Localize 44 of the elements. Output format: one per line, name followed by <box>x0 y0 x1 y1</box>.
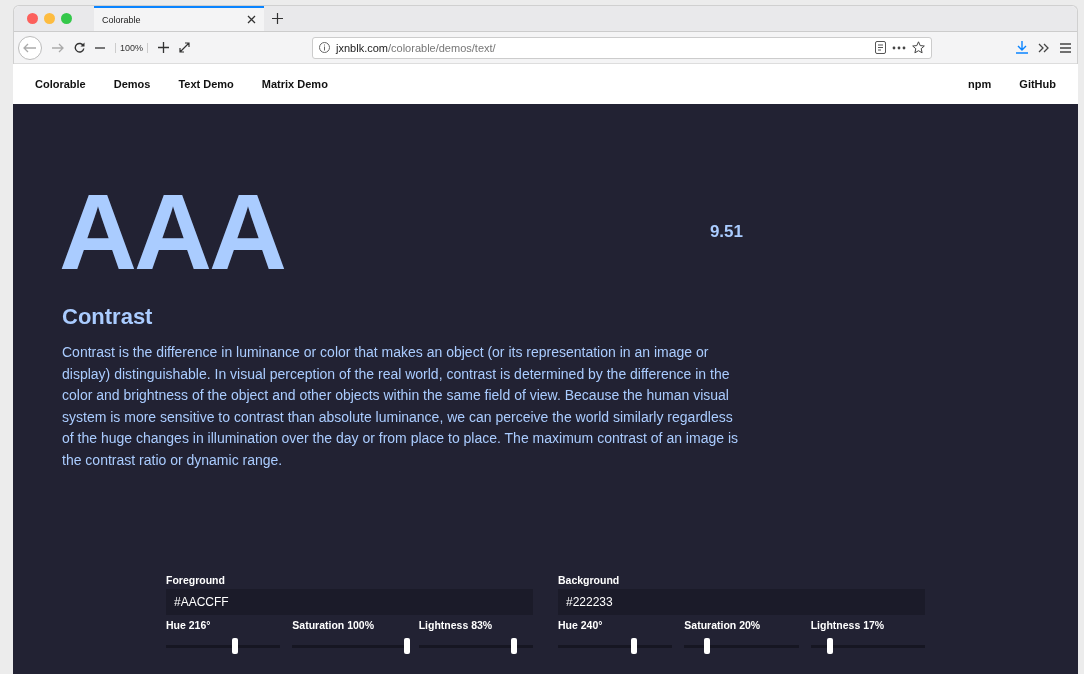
slider-thumb[interactable] <box>704 638 711 654</box>
download-icon[interactable] <box>1016 41 1028 54</box>
contrast-rating: AAA <box>59 178 284 286</box>
field-label: Background <box>558 574 621 586</box>
nav-link[interactable]: npm <box>956 72 1004 96</box>
nav-link[interactable]: Text Demo <box>166 72 246 96</box>
window-control-icon[interactable] <box>27 13 38 24</box>
slider-thumb[interactable] <box>403 638 410 654</box>
slider-thumb[interactable] <box>510 638 517 654</box>
url-host: jxnblk.com <box>336 41 388 54</box>
plus-icon[interactable] <box>272 13 283 24</box>
nav-link[interactable]: Colorable <box>23 72 98 96</box>
color-input[interactable]: #222233 <box>558 589 925 615</box>
plus-icon[interactable] <box>158 42 170 53</box>
url-path: /colorable/demos/text/ <box>388 41 496 54</box>
close-icon[interactable] <box>247 15 256 24</box>
slider-label: Hue 216° <box>166 619 212 631</box>
nav-link[interactable]: GitHub <box>1007 72 1068 96</box>
contrast-ratio: 9.51 <box>709 222 743 242</box>
nav-link[interactable]: Matrix Demo <box>249 72 340 96</box>
more-icon[interactable] <box>892 45 907 50</box>
reader-icon[interactable] <box>875 41 887 54</box>
slider-thumb[interactable] <box>827 638 834 654</box>
description-paragraph: Contrast is the difference in luminance or color that makes an object (or its representation in an image or display) distinguishable. In visual perception of the real world, contrast is determined by the difference in the color and brightness of the object and other objects within the same field of view. Because the human visual system is more sensitive to contrast than absolute luminance, we can perceive the world similarly regardless of the huge changes in illumination over the day or from place to place. The maximum contrast of an image is the contrast ratio or dynamic range. <box>62 343 739 470</box>
slider-label: Hue 240° <box>558 619 604 631</box>
slider-label: Saturation 20% <box>684 619 762 631</box>
section-heading: Contrast <box>62 304 154 330</box>
info-icon <box>319 42 331 53</box>
star-icon[interactable] <box>912 41 926 54</box>
color-input[interactable]: #AACCFF <box>166 589 533 615</box>
menu-icon[interactable] <box>1060 42 1071 53</box>
field-label: Foreground <box>166 574 226 586</box>
slider-thumb[interactable] <box>231 638 238 654</box>
fullscreen-icon[interactable] <box>179 42 191 53</box>
reload-icon[interactable] <box>74 42 85 53</box>
slider-thumb[interactable] <box>631 638 638 654</box>
slider-label: Saturation 100% <box>292 619 376 631</box>
slider-label: Lightness 83% <box>418 619 494 631</box>
browser-tab[interactable]: Colorable <box>94 6 264 31</box>
zoom-level[interactable]: 100% <box>115 42 149 53</box>
overflow-icon[interactable] <box>1038 42 1050 53</box>
address-bar[interactable]: jxnblk.com/colorable/demos/text/ <box>312 36 933 59</box>
nav-link[interactable]: Demos <box>101 72 163 96</box>
slider-label: Lightness 17% <box>810 619 886 631</box>
